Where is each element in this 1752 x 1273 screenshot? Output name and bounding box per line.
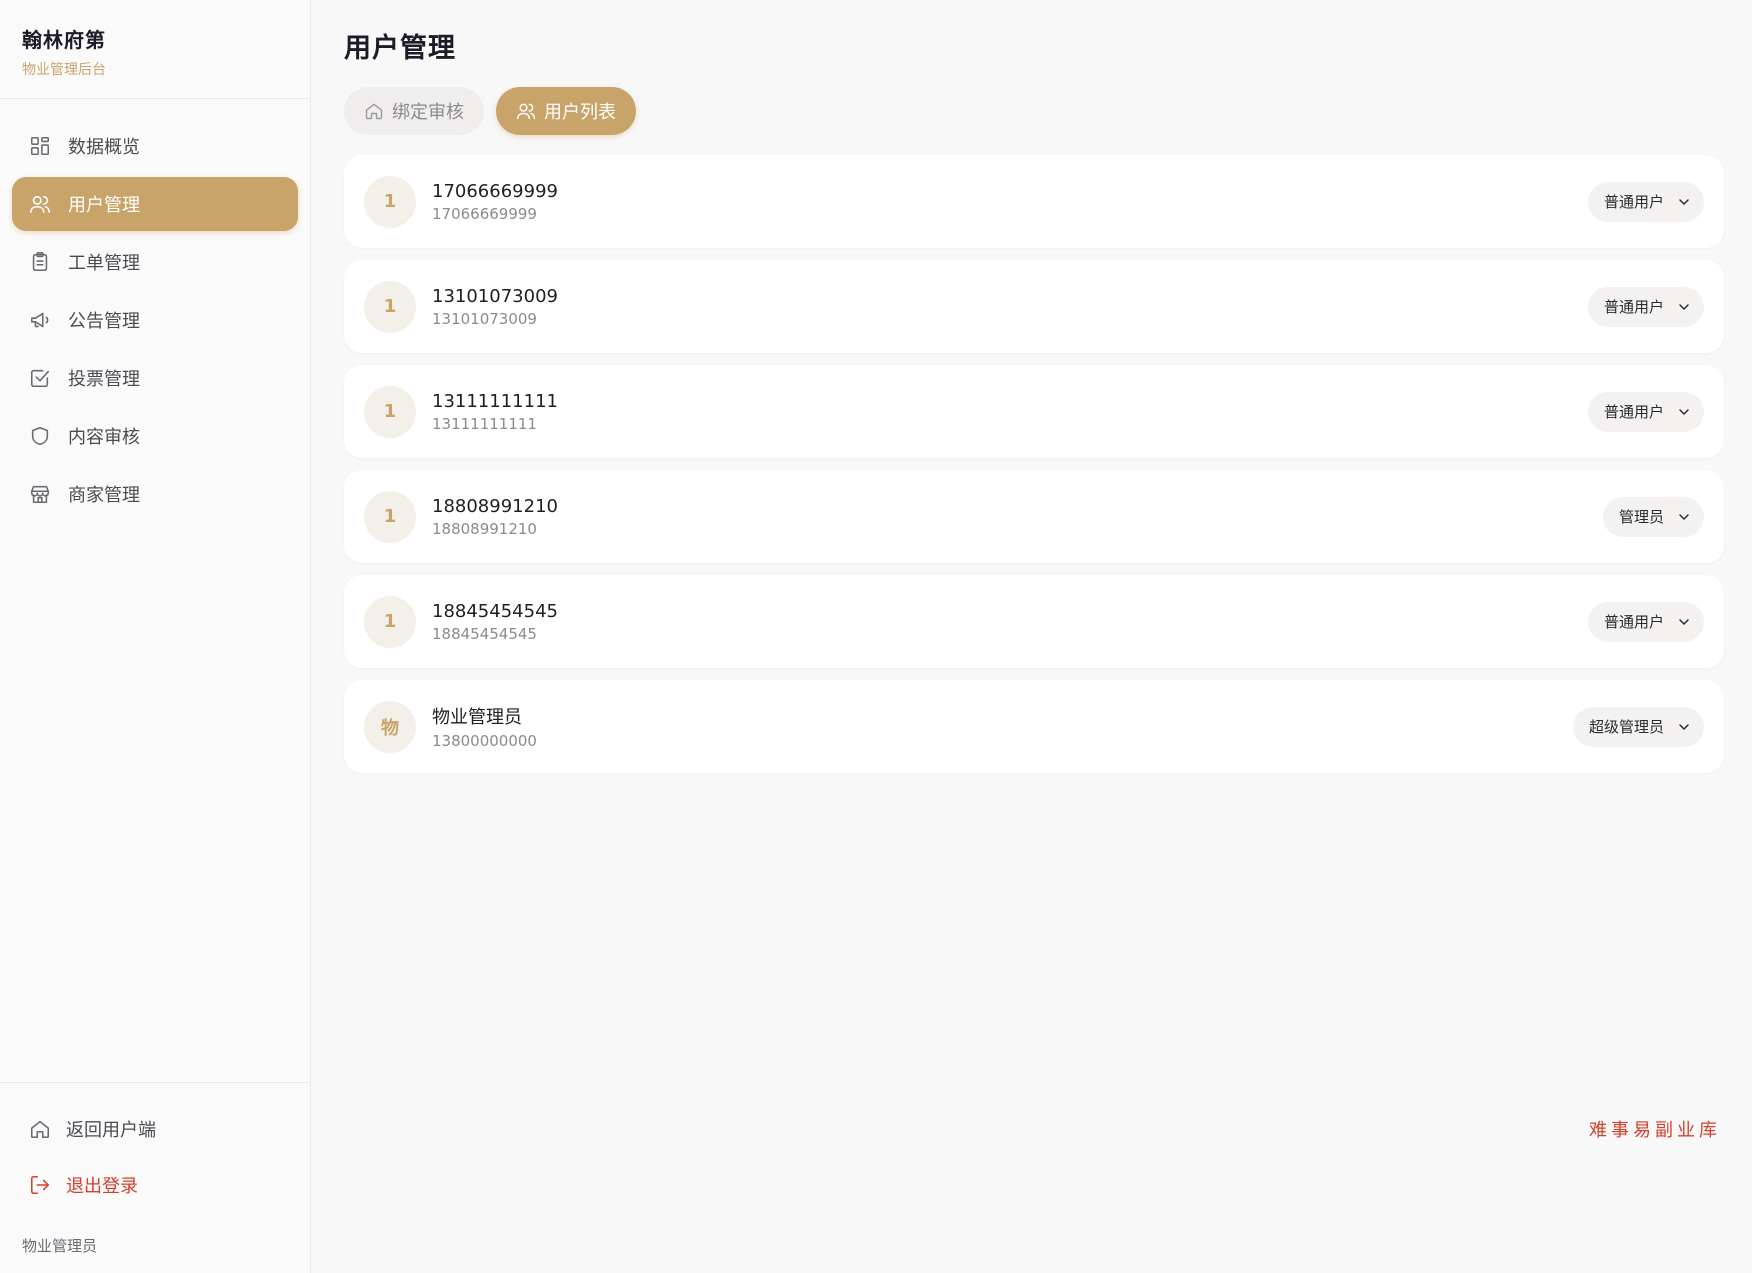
user-name: 17066669999 — [432, 180, 558, 202]
brand-title: 翰林府第 — [22, 28, 106, 52]
logout-button[interactable]: 退出登录 — [12, 1157, 298, 1213]
role-value: 管理员 — [1618, 508, 1664, 526]
sidebar-item-label: 工单管理 — [68, 253, 140, 274]
user-name: 18808991210 — [432, 495, 558, 517]
users-icon — [28, 192, 52, 216]
tab-bar: 绑定审核 用户列表 — [344, 87, 1724, 135]
user-phone: 13800000000 — [432, 732, 537, 750]
user-info: 18808991210 18808991210 — [432, 496, 1603, 538]
user-phone: 13111111111 — [432, 414, 537, 433]
store-icon — [28, 482, 52, 506]
role-select[interactable]: 普通用户 — [1587, 601, 1704, 642]
current-user-name: 物业管理员 — [22, 1237, 98, 1255]
role-select[interactable]: 管理员 — [1602, 496, 1704, 537]
user-phone: 18845454545 — [432, 624, 537, 643]
chevron-down-icon — [1679, 198, 1689, 205]
user-name: 18845454545 — [432, 600, 558, 622]
list-item: 1 17066669999 17066669999 普通用户 — [344, 155, 1724, 248]
dashboard-icon — [28, 134, 52, 158]
user-info: 18845454545 18845454545 — [432, 601, 1588, 643]
home-icon — [28, 1117, 52, 1141]
avatar: 1 — [364, 280, 416, 333]
sidebar-item-users[interactable]: 用户管理 — [12, 177, 298, 231]
avatar: 1 — [364, 595, 416, 648]
user-phone: 13101073009 — [432, 309, 537, 328]
page-title: 用户管理 — [344, 33, 456, 64]
user-info: 13101073009 13101073009 — [432, 286, 1588, 328]
sidebar-item-merchants[interactable]: 商家管理 — [12, 467, 298, 521]
user-info: 物业管理员 13800000000 — [432, 703, 1573, 750]
role-value: 普通用户 — [1603, 613, 1664, 631]
home-icon — [365, 103, 383, 120]
list-item: 1 13101073009 13101073009 普通用户 — [344, 260, 1724, 353]
users-icon — [516, 103, 536, 120]
back-to-user-button[interactable]: 返回用户端 — [12, 1101, 298, 1157]
role-select[interactable]: 普通用户 — [1587, 391, 1704, 432]
checkbox-icon — [28, 366, 52, 390]
brand: 翰林府第 物业管理后台 — [0, 0, 310, 99]
role-value: 超级管理员 — [1588, 718, 1664, 736]
logout-label: 退出登录 — [66, 1176, 138, 1197]
user-info: 17066669999 17066669999 — [432, 181, 1588, 223]
main-content: 用户管理 绑定审核 用户列表 1 17066669999 17066669999… — [311, 0, 1752, 1273]
sidebar-item-workorders[interactable]: 工单管理 — [12, 235, 298, 289]
sidebar-item-label: 投票管理 — [68, 369, 140, 390]
chevron-down-icon — [1679, 408, 1689, 415]
role-select[interactable]: 普通用户 — [1587, 181, 1704, 222]
megaphone-icon — [28, 308, 52, 332]
avatar: 物 — [364, 700, 416, 753]
app-root: 翰林府第 物业管理后台 数据概览 用户管理 工单管理 公告管理 投票管理 内容审… — [0, 0, 1752, 1273]
user-name: 物业管理员 — [432, 707, 522, 728]
list-item: 1 18808991210 18808991210 管理员 — [344, 470, 1724, 563]
role-select[interactable]: 超级管理员 — [1572, 706, 1704, 747]
user-list: 1 17066669999 17066669999 普通用户 1 1310107… — [344, 155, 1724, 773]
back-to-user-label: 返回用户端 — [66, 1120, 156, 1141]
sidebar-item-announcements[interactable]: 公告管理 — [12, 293, 298, 347]
sidebar-item-votes[interactable]: 投票管理 — [12, 351, 298, 405]
sidebar-item-moderation[interactable]: 内容审核 — [12, 409, 298, 463]
sidebar-item-overview[interactable]: 数据概览 — [12, 119, 298, 173]
chevron-down-icon — [1679, 723, 1689, 730]
sidebar-item-label: 内容审核 — [68, 427, 140, 448]
avatar: 1 — [364, 175, 416, 228]
watermark-text: 难事易副业库 — [1589, 1120, 1721, 1141]
tab-user-list[interactable]: 用户列表 — [496, 87, 636, 135]
list-item: 物 物业管理员 13800000000 超级管理员 — [344, 680, 1724, 773]
sidebar-nav: 数据概览 用户管理 工单管理 公告管理 投票管理 内容审核 商家管理 — [0, 99, 310, 525]
brand-subtitle: 物业管理后台 — [22, 62, 106, 78]
tab-label: 用户列表 — [544, 102, 616, 123]
list-item: 1 18845454545 18845454545 普通用户 — [344, 575, 1724, 668]
sidebar-item-label: 公告管理 — [68, 311, 140, 332]
list-item: 1 13111111111 13111111111 普通用户 — [344, 365, 1724, 458]
tab-binding-review[interactable]: 绑定审核 — [344, 87, 484, 135]
sidebar-footer: 返回用户端 退出登录 物业管理员 — [0, 1082, 310, 1256]
user-name: 13101073009 — [432, 285, 558, 307]
sidebar-item-label: 用户管理 — [68, 195, 140, 216]
chevron-down-icon — [1679, 618, 1689, 625]
chevron-down-icon — [1679, 513, 1689, 520]
clipboard-icon — [28, 250, 52, 274]
chevron-down-icon — [1679, 303, 1689, 310]
role-value: 普通用户 — [1603, 298, 1664, 316]
role-value: 普通用户 — [1603, 403, 1664, 421]
avatar: 1 — [364, 385, 416, 438]
role-value: 普通用户 — [1603, 193, 1664, 211]
logout-icon — [28, 1173, 52, 1197]
avatar: 1 — [364, 490, 416, 543]
role-select[interactable]: 普通用户 — [1587, 286, 1704, 327]
sidebar-item-label: 数据概览 — [68, 137, 140, 158]
sidebar-item-label: 商家管理 — [68, 485, 140, 506]
shield-icon — [28, 424, 52, 448]
user-phone: 18808991210 — [432, 519, 537, 538]
sidebar: 翰林府第 物业管理后台 数据概览 用户管理 工单管理 公告管理 投票管理 内容审… — [0, 0, 311, 1273]
user-name: 13111111111 — [432, 390, 558, 412]
user-info: 13111111111 13111111111 — [432, 391, 1588, 433]
user-phone: 17066669999 — [432, 204, 537, 223]
tab-label: 绑定审核 — [392, 102, 464, 123]
